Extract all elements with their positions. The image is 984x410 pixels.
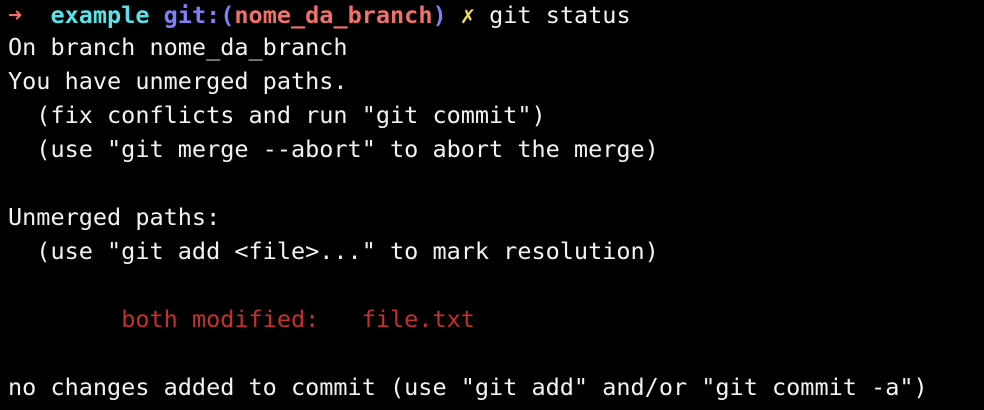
conflict-status: both modified:	[121, 305, 320, 333]
prompt-line: ➜ example git:(nome_da_branch) ✗ git sta…	[8, 0, 631, 32]
prompt-command: git status	[489, 1, 631, 29]
cross-mark-icon: ✗	[460, 1, 475, 29]
terminal-window[interactable]: ➜ example git:(nome_da_branch) ✗ git sta…	[0, 0, 984, 410]
output-branch-line: On branch nome_da_branch	[8, 33, 348, 61]
output-footer: no changes added to commit (use "git add…	[8, 373, 928, 401]
output-unmerged-header: Unmerged paths:	[8, 203, 221, 231]
prompt-branch: nome_da_branch	[234, 1, 433, 29]
output-hint-fix: (fix conflicts and run "git commit")	[8, 101, 546, 129]
prompt-git-suffix: )	[432, 1, 447, 29]
conflict-file: file.txt	[361, 305, 475, 333]
prompt-git-prefix: git:(	[163, 1, 235, 29]
output-hint-abort: (use "git merge --abort" to abort the me…	[8, 135, 659, 163]
output-unmerged-line: You have unmerged paths.	[8, 67, 348, 95]
output-hint-add: (use "git add <file>..." to mark resolut…	[8, 237, 659, 265]
arrow-right-icon: ➜	[8, 1, 23, 29]
conflict-entry: both modified: file.txt	[8, 302, 475, 336]
prompt-directory: example	[50, 1, 150, 29]
